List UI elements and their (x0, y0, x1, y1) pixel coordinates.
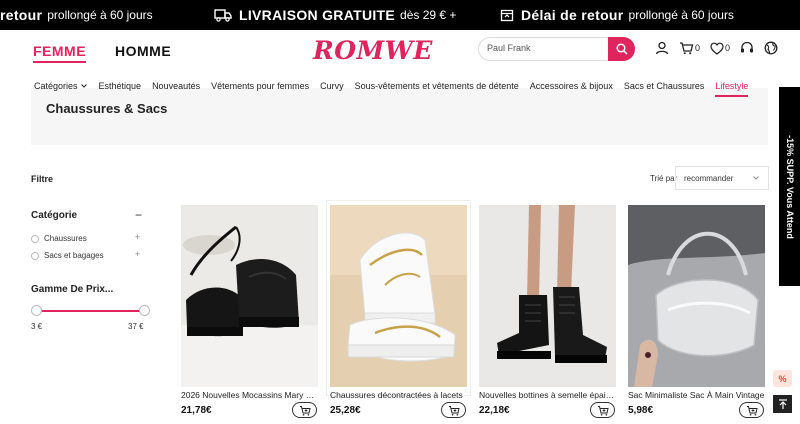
account-button[interactable] (655, 41, 669, 55)
product-image-boots[interactable] (479, 205, 616, 387)
femme-tab[interactable]: FEMME (33, 43, 87, 63)
category-option-sacs[interactable]: Sacs et bagages (31, 251, 104, 260)
radio-icon (31, 251, 39, 260)
category-filter-title[interactable]: Catégorie (31, 210, 77, 221)
product-card[interactable]: 2026 Nouvelles Mocassins Mary Jane 21,78… (181, 205, 318, 418)
chevron-down-icon (753, 176, 759, 180)
expand-plus-icon[interactable]: + (135, 232, 140, 242)
nav-curvy[interactable]: Curvy (320, 81, 344, 91)
product-price: 25,28€ (330, 405, 361, 416)
category-banner: Chaussures & Sacs (31, 88, 768, 145)
product-card[interactable]: Nouvelles bottines à semelle épaisse 22,… (479, 205, 616, 418)
add-to-cart-button[interactable] (441, 402, 466, 418)
filter-title: Filtre (31, 174, 54, 184)
search-input[interactable] (487, 43, 607, 53)
price-min-label: 3 € (31, 322, 43, 331)
heart-icon (710, 42, 724, 55)
price-slider-min-handle[interactable] (31, 305, 42, 316)
page-title: Chaussures & Sacs (46, 101, 168, 116)
price-filter-title[interactable]: Gamme De Prix... (31, 284, 113, 295)
cart-count: 0 (695, 43, 701, 53)
price-slider-track[interactable] (35, 310, 144, 312)
promo-return-right: Délai de retour prollongé à 60 jours (500, 0, 734, 30)
product-price: 21,78€ (181, 405, 212, 416)
nav-categories[interactable]: Catégories (34, 81, 88, 91)
product-title[interactable]: Sac Minimaliste Sac À Main Vintage (628, 390, 765, 400)
add-to-cart-button[interactable] (739, 402, 764, 418)
product-title[interactable]: 2026 Nouvelles Mocassins Mary Jane (181, 390, 318, 400)
product-title[interactable]: Chaussures décontractées à lacets (330, 390, 467, 400)
search-button[interactable] (608, 37, 635, 61)
homme-tab[interactable]: HOMME (115, 43, 171, 59)
product-title[interactable]: Nouvelles bottines à semelle épaisse (479, 390, 616, 400)
price-max-label: 37 € (128, 322, 144, 331)
discount-side-tab[interactable]: -15% SUPP. Vous Attend (779, 87, 800, 286)
add-to-cart-button[interactable] (590, 402, 615, 418)
product-price: 5,98€ (628, 405, 654, 416)
search-box (478, 37, 635, 61)
product-card[interactable]: Chaussures décontractées à lacets 25,28€ (326, 200, 471, 418)
nav-accessoires-bijoux[interactable]: Accessoires & bijoux (530, 81, 613, 91)
cart-plus-icon (448, 405, 460, 416)
product-card[interactable]: Sac Minimaliste Sac À Main Vintage 5,98€ (628, 205, 765, 418)
back-to-top-button[interactable] (773, 395, 792, 413)
nav-esthetique[interactable]: Esthétique (99, 81, 142, 91)
cart-icon (680, 42, 694, 55)
add-to-cart-button[interactable] (292, 402, 317, 418)
product-image-loafers[interactable] (181, 205, 318, 387)
cart-button[interactable]: 0 (679, 41, 700, 55)
discount-fab-button[interactable]: % (773, 370, 792, 387)
promo-return-left: retour prollongé à 60 jours (0, 7, 153, 23)
romwe-logo[interactable]: ROMWE (313, 36, 433, 65)
cart-plus-icon (746, 405, 758, 416)
price-slider-max-handle[interactable] (139, 305, 150, 316)
chevron-down-icon (80, 84, 87, 88)
product-image-sneakers[interactable] (330, 205, 467, 387)
percent-icon: % (778, 373, 787, 384)
wishlist-button[interactable]: 0 (710, 42, 730, 55)
promo-free-shipping: LIVRAISON GRATUITE dès 29 € + (214, 0, 456, 30)
search-icon (615, 43, 628, 55)
radio-icon (31, 234, 39, 243)
category-option-chaussures[interactable]: Chaussures (31, 234, 87, 243)
nav-vetements-femmes[interactable]: Vêtements pour femmes (211, 81, 309, 91)
nav-sous-vetements[interactable]: Sous-vêtements et vêtements de détente (355, 81, 519, 91)
nav-sacs-chaussures[interactable]: Sacs et Chaussures (624, 81, 705, 91)
header-icons: 0 0 (655, 40, 788, 56)
wishlist-count: 0 (725, 43, 731, 53)
support-button[interactable] (740, 41, 754, 55)
product-price: 22,18€ (479, 405, 510, 416)
truck-icon (214, 8, 232, 22)
cart-plus-icon (597, 405, 609, 416)
collapse-icon[interactable]: − (135, 208, 142, 222)
promo-bar: retour prollongé à 60 jours LIVRAISON GR… (0, 0, 800, 30)
user-icon (655, 41, 669, 55)
sort-label: Trié par (650, 174, 678, 183)
return-box-icon (500, 8, 514, 22)
headset-icon (741, 41, 754, 53)
product-image-bag[interactable] (628, 205, 765, 387)
arrow-up-icon (778, 398, 787, 409)
main-nav: Catégories Esthétique Nouveautés Vêtemen… (34, 81, 759, 97)
globe-icon (764, 41, 778, 55)
cart-plus-icon (299, 405, 311, 416)
nav-nouveautes[interactable]: Nouveautés (152, 81, 200, 91)
sort-select[interactable]: recommander (675, 166, 769, 190)
nav-lifestyle[interactable]: Lifestyle (715, 81, 749, 97)
language-button[interactable] (764, 41, 778, 55)
expand-plus-icon[interactable]: + (135, 249, 140, 259)
